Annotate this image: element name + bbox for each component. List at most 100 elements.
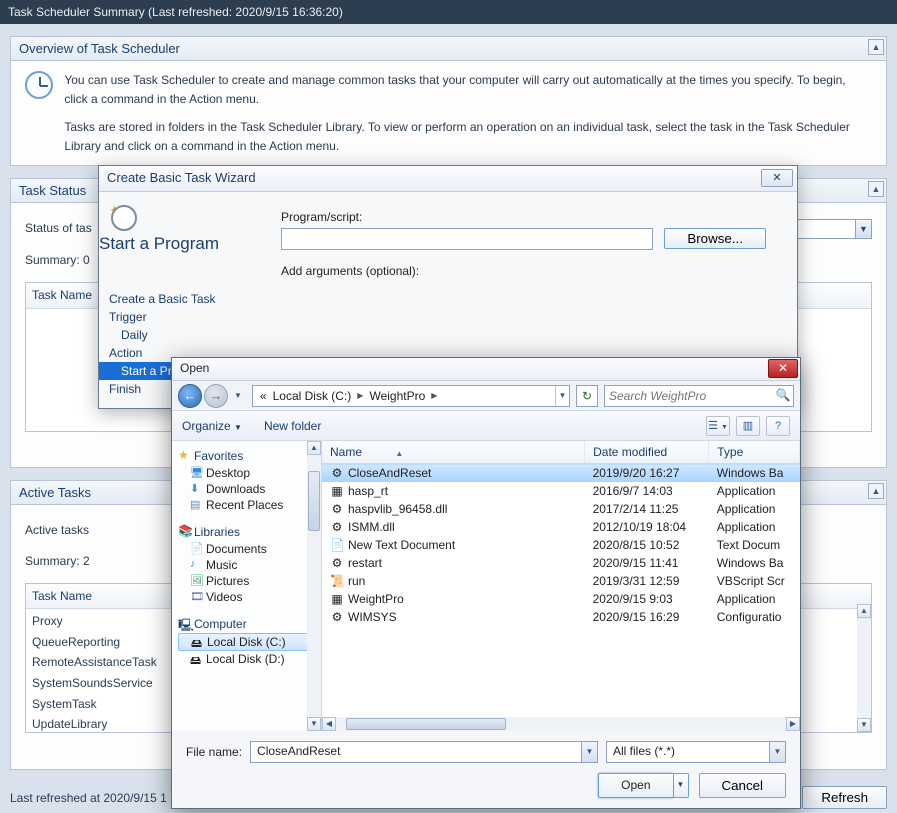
open-button-dropdown[interactable]: ▼ [673,773,689,798]
file-row[interactable]: ▦WeightPro2020/9/15 9:03Application [322,590,800,608]
wizard-icon: ✦ [109,202,141,234]
search-input[interactable]: 🔍 [604,385,794,407]
wizard-titlebar[interactable]: Create Basic Task Wizard ✕ [99,166,797,192]
overview-p1: You can use Task Scheduler to create and… [64,71,867,108]
tree-item[interactable]: ▤Recent Places [178,497,319,513]
scroll-down-icon[interactable]: ▼ [307,717,321,731]
active-tasks-heading-text: Active Tasks [19,485,91,500]
chevron-right-icon[interactable]: ▶ [354,391,366,400]
history-dropdown-icon[interactable]: ▼ [234,391,242,400]
file-icon: ⚙ [330,610,344,624]
label-program: Program/script: [281,210,779,224]
tree-item[interactable]: ♪Music [178,557,319,573]
refresh-button[interactable]: Refresh [802,786,887,809]
open-button-main[interactable]: Open [598,773,672,798]
program-input[interactable] [281,228,653,250]
filename-input[interactable]: CloseAndReset▼ [250,741,598,763]
collapse-icon[interactable]: ▲ [868,181,884,197]
browse-button[interactable]: Browse... [664,228,766,249]
collapse-icon[interactable]: ▲ [868,39,884,55]
organize-menu[interactable]: Organize ▼ [182,419,242,433]
file-row[interactable]: ⚙CloseAndReset2019/9/20 16:27Windows Ba [322,464,800,483]
new-folder-button[interactable]: New folder [264,419,321,433]
view-mode-button[interactable]: ☰ ▼ [706,416,730,436]
file-icon: ⚙ [330,556,344,570]
preview-pane-button[interactable]: ▥ [736,416,760,436]
file-row[interactable]: 📄New Text Document2020/8/15 10:52Text Do… [322,536,800,554]
label-arguments: Add arguments (optional): [281,264,779,278]
open-button[interactable]: Open▼ [598,773,688,798]
tree-item[interactable]: 🖴Local Disk (C:) [178,633,319,651]
step-create[interactable]: Create a Basic Task [99,290,271,308]
filetype-combo[interactable]: All files (*.*)▼ [606,741,786,763]
help-icon[interactable]: ? [766,416,790,436]
tree-favorites[interactable]: ★Favorites [178,447,319,465]
breadcrumb-seg[interactable]: Local Disk (C:) [270,389,355,403]
file-row[interactable]: ⚙ISMM.dll2012/10/19 18:04Application [322,518,800,536]
close-icon[interactable]: ✕ [761,169,793,187]
chevron-down-icon[interactable]: ▼ [769,742,785,762]
step-trigger[interactable]: Trigger [99,308,271,326]
sort-icon[interactable]: ▲ [395,449,403,458]
scrollbar[interactable]: ▲▼ [857,604,871,732]
file-icon: ⚙ [330,520,344,534]
chevron-down-icon: ▼ [234,423,242,432]
tree-item[interactable]: 🖼Pictures [178,573,319,589]
file-icon: ▦ [330,484,344,498]
col-date[interactable]: Date modified [585,441,709,464]
search-icon[interactable]: 🔍 [775,388,791,404]
col-type[interactable]: Type [709,441,800,464]
tree-item[interactable]: ⬇Downloads [178,481,319,497]
scroll-thumb[interactable] [308,471,320,531]
file-row[interactable]: ⚙haspvlib_96458.dll2017/2/14 11:25Applic… [322,500,800,518]
scroll-thumb[interactable] [346,718,506,730]
breadcrumb-prefix: « [257,389,270,403]
file-row[interactable]: ⚙WIMSYS2020/9/15 16:29Configuratio [322,608,800,626]
open-titlebar[interactable]: Open ✕ [172,358,800,381]
tree-item[interactable]: 📄Documents [178,541,319,557]
breadcrumb-seg[interactable]: WeightPro [366,389,428,403]
scroll-left-icon[interactable]: ◀ [322,717,336,731]
tree-computer[interactable]: 🖳Computer [178,615,319,633]
open-toolbar: Organize ▼ New folder ☰ ▼ ▥ ? [172,411,800,441]
step-daily[interactable]: Daily [99,326,271,344]
chevron-down-icon[interactable]: ▼ [581,742,597,762]
library-icon: 📚 [178,524,193,538]
overview-text: You can use Task Scheduler to create and… [64,71,867,155]
search-field[interactable] [605,386,771,406]
tree-item[interactable]: 🖴Local Disk (D:) [178,651,319,667]
last-refreshed: Last refreshed at 2020/9/15 1 [10,791,167,805]
tree-libraries[interactable]: 📚Libraries [178,523,319,541]
address-bar[interactable]: « Local Disk (C:) ▶ WeightPro ▶ ▼ [252,385,570,407]
tree-item[interactable]: 🎞Videos [178,589,319,605]
scroll-up-icon[interactable]: ▲ [307,441,321,455]
cancel-button[interactable]: Cancel [699,773,787,798]
open-footer: File name: CloseAndReset▼ All files (*.*… [172,731,800,798]
chevron-right-icon[interactable]: ▶ [428,391,440,400]
overview-body: You can use Task Scheduler to create and… [11,61,886,165]
file-hscroll[interactable]: ◀▶ [322,717,800,731]
col-name[interactable]: Name [330,445,362,459]
scroll-right-icon[interactable]: ▶ [786,717,800,731]
filename-label: File name: [186,745,242,759]
back-icon[interactable]: ← [178,384,202,408]
tree-scrollbar[interactable]: ▲▼ [307,441,321,731]
scroll-down-icon[interactable]: ▼ [857,718,871,732]
collapse-icon[interactable]: ▲ [868,483,884,499]
pictures-icon: 🖼 [190,574,204,587]
forward-icon[interactable]: → [204,384,228,408]
folder-tree[interactable]: ★Favorites 🖥Desktop ⬇Downloads ▤Recent P… [172,441,322,731]
tree-item[interactable]: 🖥Desktop [178,465,319,481]
file-row[interactable]: ▦hasp_rt2016/9/7 14:03Application [322,482,800,500]
wizard-title-text: Create Basic Task Wizard [107,170,256,185]
file-row[interactable]: 📜run2019/3/31 12:59VBScript Scr [322,572,800,590]
scroll-up-icon[interactable]: ▲ [857,604,871,618]
overview-p2: Tasks are stored in folders in the Task … [64,118,867,155]
file-list[interactable]: Name ▲ Date modified Type ⚙CloseAndReset… [322,441,800,731]
close-icon[interactable]: ✕ [768,359,798,378]
documents-icon: 📄 [190,542,204,555]
file-row[interactable]: ⚙restart2020/9/15 11:41Windows Ba [322,554,800,572]
address-dropdown-icon[interactable]: ▼ [555,386,569,406]
refresh-icon[interactable]: ↻ [576,385,598,407]
chevron-down-icon[interactable]: ▼ [855,220,871,238]
